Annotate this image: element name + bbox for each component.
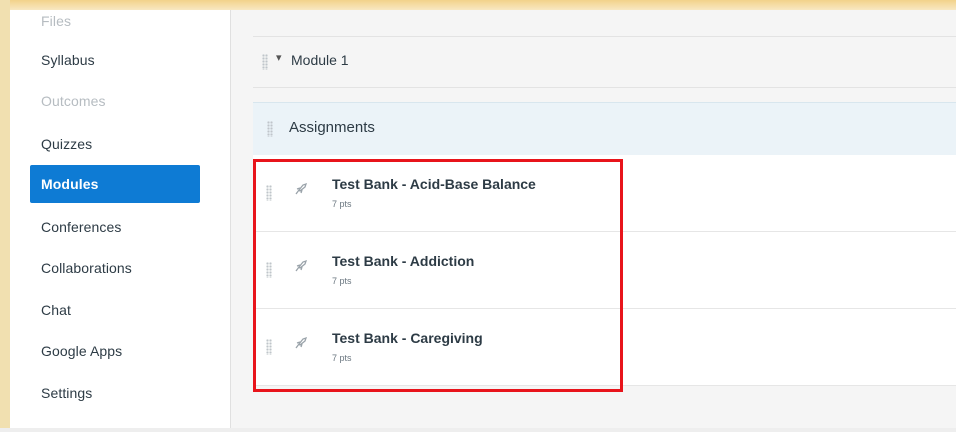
quiz-rocket-icon: [295, 259, 308, 272]
module-item[interactable]: Test Bank - Acid-Base Balance 7 pts: [253, 155, 956, 232]
item-title-link[interactable]: Test Bank - Acid-Base Balance: [332, 176, 536, 192]
window-left-frame: [0, 0, 10, 432]
module-title: Module 1: [291, 52, 349, 68]
item-points: 7 pts: [332, 353, 352, 363]
group-title: Assignments: [289, 119, 375, 136]
quiz-rocket-icon: [295, 182, 308, 195]
sidebar-item-syllabus[interactable]: Syllabus: [30, 41, 200, 79]
module-item[interactable]: Test Bank - Caregiving 7 pts: [253, 309, 956, 386]
sidebar-item-conferences[interactable]: Conferences: [30, 208, 200, 246]
sidebar-item-modules[interactable]: Modules: [30, 165, 200, 203]
drag-handle-icon[interactable]: [266, 262, 272, 278]
sidebar-item-collaborations[interactable]: Collaborations: [30, 249, 200, 287]
sidebar-item-chat[interactable]: Chat: [30, 291, 200, 329]
course-navigation: Files Syllabus Outcomes Quizzes Modules …: [10, 10, 230, 428]
module-item[interactable]: Test Bank - Addiction 7 pts: [253, 232, 956, 309]
sidebar-item-settings[interactable]: Settings: [30, 374, 200, 412]
item-title-link[interactable]: Test Bank - Caregiving: [332, 330, 483, 346]
sidebar-item-google-apps[interactable]: Google Apps: [30, 332, 200, 370]
module-header[interactable]: ▾ Module 1: [253, 36, 956, 88]
item-title-link[interactable]: Test Bank - Addiction: [332, 253, 474, 269]
quiz-rocket-icon: [295, 336, 308, 349]
drag-handle-icon[interactable]: [266, 185, 272, 201]
item-points: 7 pts: [332, 276, 352, 286]
sidebar-item-quizzes[interactable]: Quizzes: [30, 125, 200, 163]
drag-handle-icon[interactable]: [266, 339, 272, 355]
drag-handle-icon[interactable]: [262, 54, 268, 70]
item-points: 7 pts: [332, 199, 352, 209]
module-group-row[interactable]: Assignments: [253, 102, 956, 156]
sidebar-item-outcomes[interactable]: Outcomes: [30, 82, 200, 120]
window-bottom-frame: [0, 428, 956, 432]
collapse-caret-icon[interactable]: ▾: [276, 51, 282, 64]
drag-handle-icon[interactable]: [267, 121, 273, 137]
modules-content: ▾ Module 1 Assignments Test Bank - Acid-…: [231, 10, 956, 428]
sidebar-item-files[interactable]: Files: [30, 2, 200, 40]
